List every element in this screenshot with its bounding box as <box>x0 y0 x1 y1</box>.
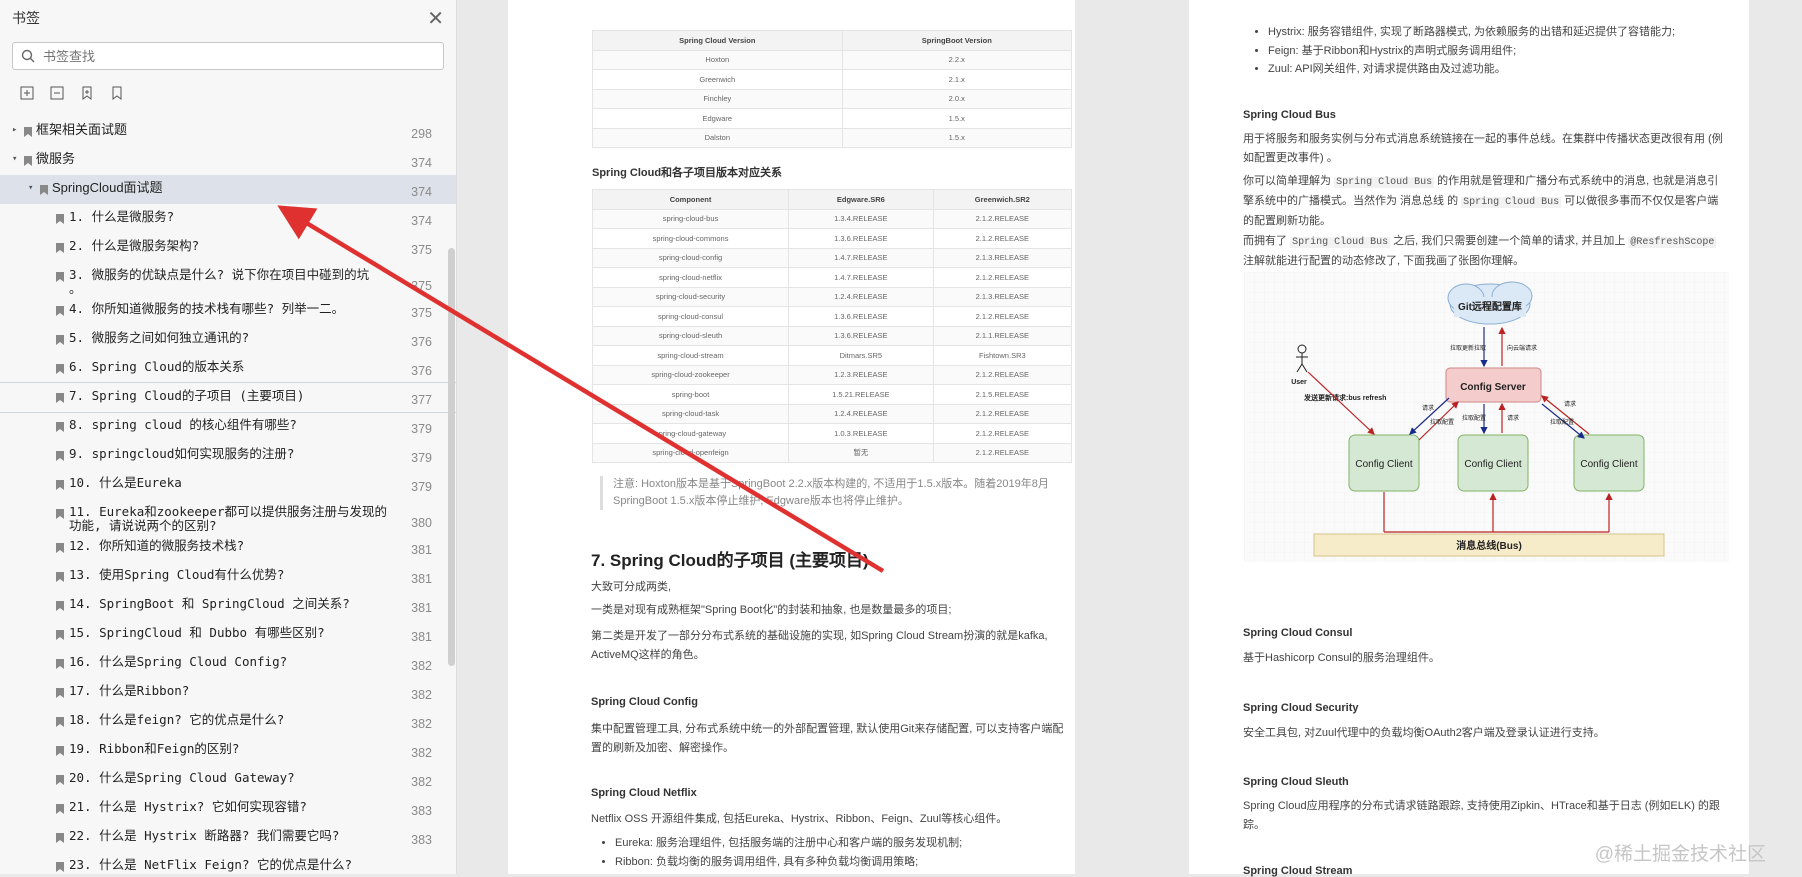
watermark: @稀土掘金技术社区 <box>1594 844 1766 865</box>
annotation-arrow <box>277 205 885 573</box>
